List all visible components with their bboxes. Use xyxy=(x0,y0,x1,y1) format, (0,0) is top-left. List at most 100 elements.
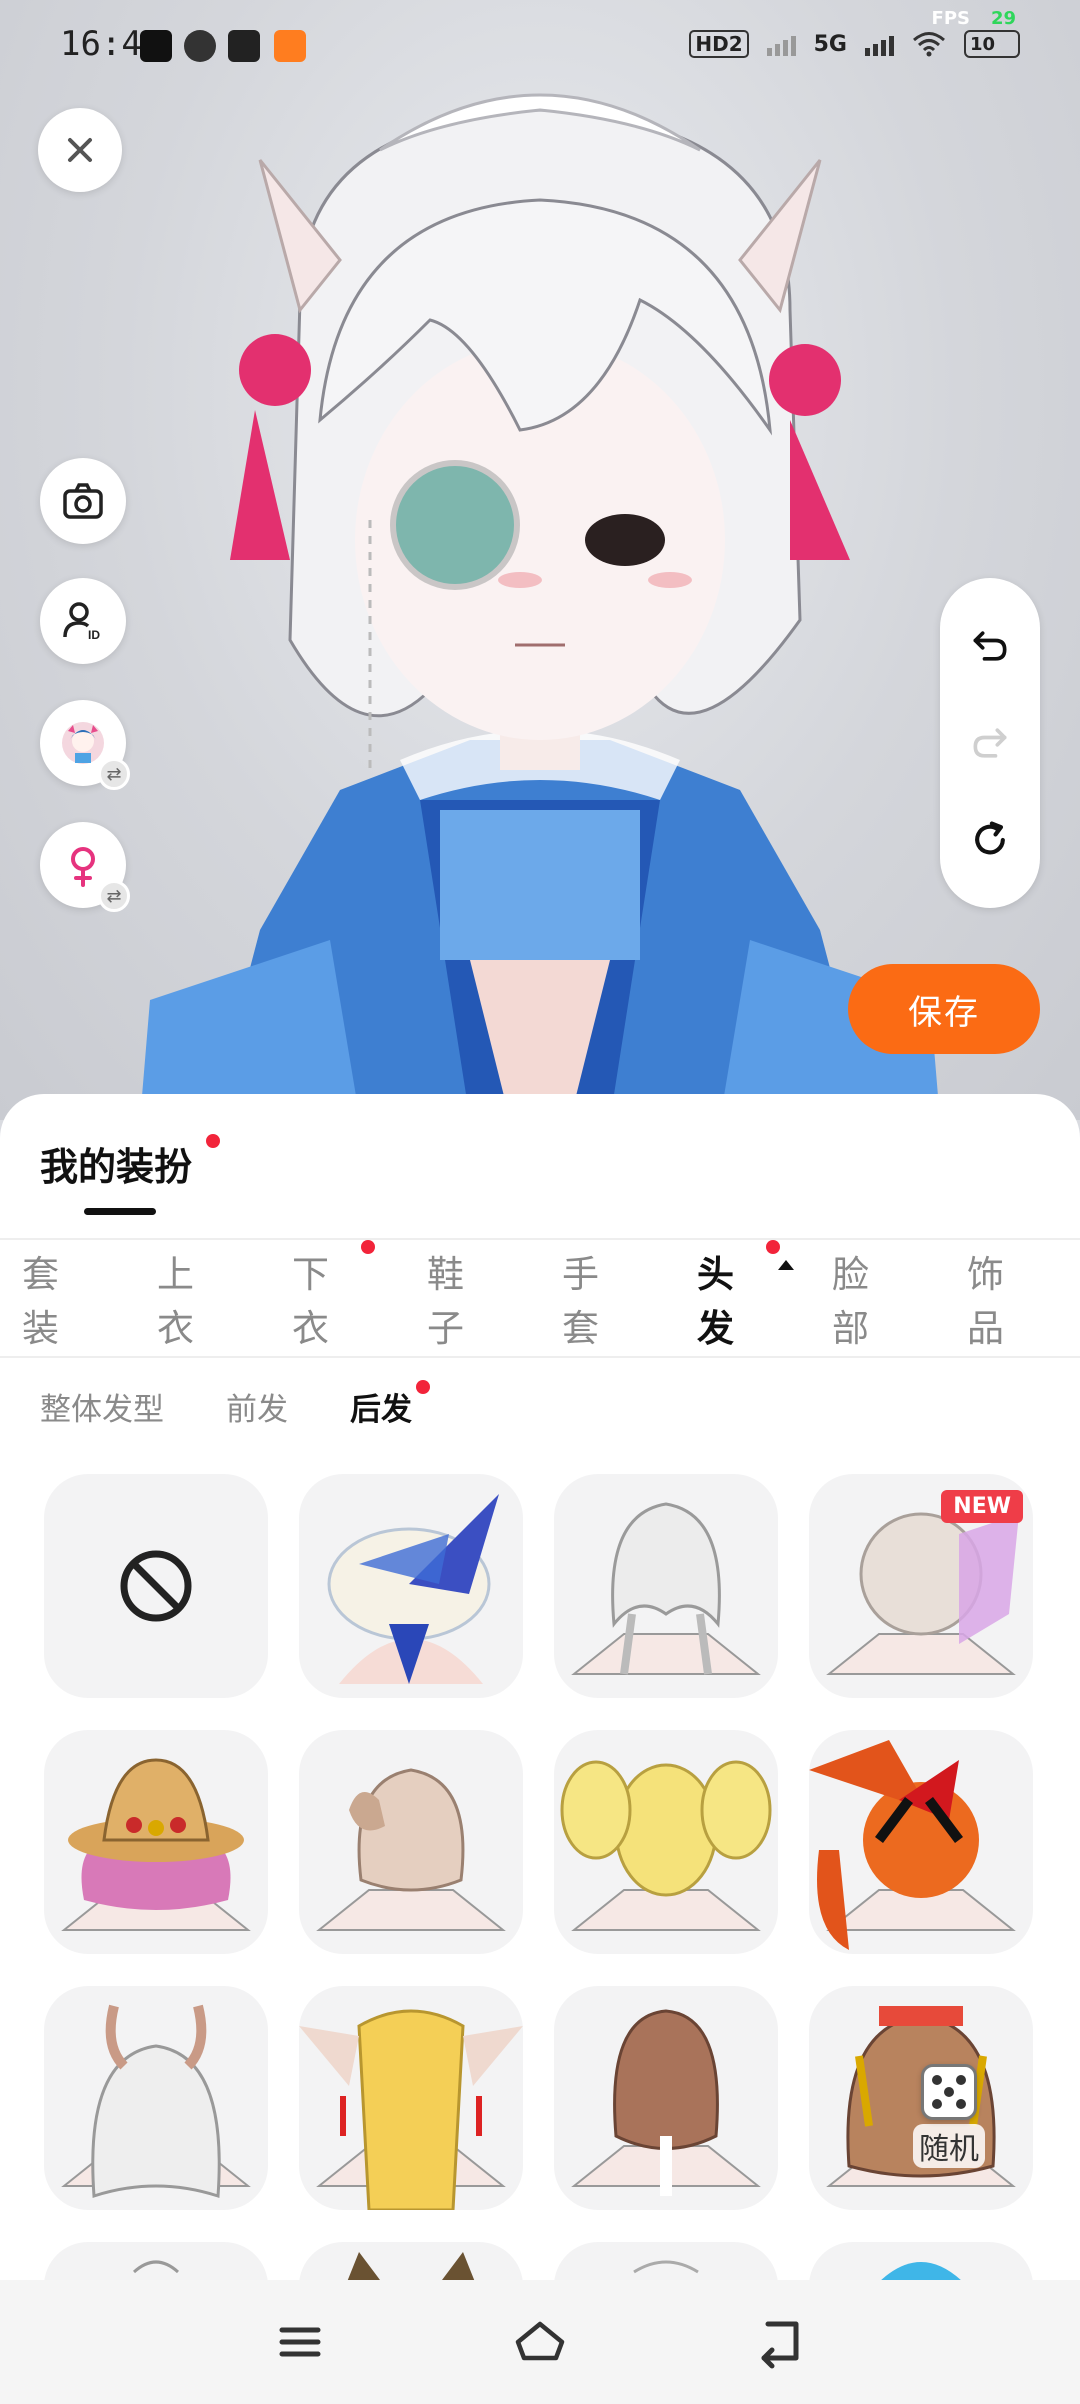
hair-item-image xyxy=(316,1768,506,1931)
signal-icon-sim1 xyxy=(766,32,796,56)
profile-id-icon: ID xyxy=(63,602,100,642)
home-icon[interactable] xyxy=(510,2312,570,2372)
back-icon[interactable] xyxy=(750,2312,810,2372)
camera-button[interactable] xyxy=(40,458,126,544)
tab-accessories[interactable]: 饰品 xyxy=(967,1244,1034,1352)
tab-gloves[interactable]: 手套 xyxy=(562,1244,629,1352)
hair-item[interactable] xyxy=(44,1986,268,2210)
hair-item[interactable] xyxy=(554,1474,778,1698)
mail-icon xyxy=(228,30,260,62)
subtab-back-hair[interactable]: 后发 xyxy=(350,1380,430,1429)
battery-indicator: 10 xyxy=(964,30,1020,58)
camera-icon xyxy=(63,483,103,519)
hair-item-image xyxy=(61,1758,251,1931)
gender-switch-button[interactable]: ⇄ xyxy=(40,822,130,912)
avatar-illustration xyxy=(140,93,940,1120)
notification-dot xyxy=(361,1240,375,1254)
hair-item[interactable] xyxy=(44,2242,268,2280)
menu-icon[interactable] xyxy=(270,2312,330,2372)
hair-item[interactable] xyxy=(299,1986,523,2210)
tab-bottom-label: 下衣 xyxy=(292,1253,329,1350)
hair-item-grid: NEW 随机 xyxy=(44,1474,1044,2280)
hair-item-none[interactable] xyxy=(44,1474,268,1698)
notification-dot xyxy=(416,1380,430,1394)
system-nav-bar xyxy=(0,2280,1080,2404)
tab-suit[interactable]: 套装 xyxy=(22,1244,89,1352)
sheet-title[interactable]: 我的装扮 xyxy=(40,1136,192,1191)
hair-item-image xyxy=(560,1760,772,1931)
notification-dot xyxy=(206,1134,220,1148)
hair-item-image xyxy=(61,2004,251,2199)
title-underline xyxy=(84,1208,156,1215)
hair-item-image xyxy=(633,2260,699,2274)
hair-sub-tabs: 整体发型 前发 后发 xyxy=(40,1380,430,1429)
history-controls xyxy=(940,578,1040,908)
caret-up-icon xyxy=(778,1260,794,1270)
hair-item[interactable] xyxy=(554,1986,778,2210)
divider xyxy=(0,1356,1080,1358)
hair-item-image xyxy=(347,2252,475,2280)
hair-item-image xyxy=(327,1494,499,1684)
hair-item[interactable]: 随机 xyxy=(809,1986,1033,2210)
hair-item-image xyxy=(809,1740,1016,1950)
none-icon xyxy=(120,1550,192,1622)
tab-top[interactable]: 上衣 xyxy=(157,1244,224,1352)
tab-hair-label: 头发 xyxy=(697,1253,734,1350)
signal-icon-sim2 xyxy=(865,32,894,56)
hair-item-image xyxy=(571,2009,761,2196)
hair-item[interactable] xyxy=(809,1730,1033,1954)
wifi-icon xyxy=(913,32,945,57)
reset-button[interactable] xyxy=(960,810,1020,870)
category-tabs: 套装 上衣 下衣 鞋子 手套 头发 脸部 饰品 xyxy=(0,1240,1080,1356)
hair-item[interactable]: NEW xyxy=(809,1474,1033,1698)
hair-item-image xyxy=(132,2260,180,2274)
reset-icon xyxy=(975,821,1005,855)
tiktok-icon xyxy=(140,30,172,62)
outfit-sheet: 我的装扮 套装 上衣 下衣 鞋子 手套 头发 脸部 饰品 整体发型 前发 后发 … xyxy=(0,1094,1080,2280)
subtab-back-hair-label: 后发 xyxy=(350,1392,412,1428)
hair-item[interactable] xyxy=(299,1474,523,1698)
avatar-thumbnail-icon xyxy=(62,722,104,764)
hair-item[interactable] xyxy=(299,1730,523,1954)
tab-shoes[interactable]: 鞋子 xyxy=(427,1244,494,1352)
hair-item[interactable] xyxy=(554,1730,778,1954)
save-button[interactable]: 保存 xyxy=(848,964,1040,1054)
subtab-front-hair[interactable]: 前发 xyxy=(226,1384,288,1429)
swap-icon: ⇄ xyxy=(98,880,130,912)
tab-face[interactable]: 脸部 xyxy=(832,1244,899,1352)
fps-value: 29 xyxy=(990,8,1016,29)
app-leaf-icon xyxy=(184,30,216,62)
profile-id-button[interactable]: ID xyxy=(40,578,126,664)
status-indicators: HD2 5G 10 xyxy=(689,30,1020,58)
hd-indicator: HD2 xyxy=(689,30,749,58)
new-badge: NEW xyxy=(941,1490,1023,1523)
hair-item-image xyxy=(881,2262,961,2280)
taobao-icon xyxy=(274,30,306,62)
random-label: 随机 xyxy=(913,2124,985,2168)
hair-item[interactable] xyxy=(554,2242,778,2280)
network-5g-label: 5G xyxy=(813,31,847,57)
hair-item[interactable] xyxy=(299,2242,523,2280)
hair-item[interactable] xyxy=(809,2242,1033,2280)
undo-icon xyxy=(973,631,1007,661)
avatar-switch-button[interactable]: ⇄ xyxy=(40,700,130,790)
random-button[interactable]: 随机 xyxy=(889,2056,1009,2176)
redo-button[interactable] xyxy=(960,713,1020,773)
subtab-full-hairstyle[interactable]: 整体发型 xyxy=(40,1384,164,1429)
undo-button[interactable] xyxy=(960,616,1020,676)
tab-bottom[interactable]: 下衣 xyxy=(292,1240,375,1352)
hair-item-image xyxy=(571,1502,761,1675)
close-button[interactable] xyxy=(38,108,122,192)
tab-hair[interactable]: 头发 xyxy=(697,1240,794,1352)
hair-item-image xyxy=(299,2009,523,2210)
avatar-stage[interactable]: 16:45 FPS 29 HD2 5G 10 ID ⇄ ⇄ 保存 xyxy=(0,0,1080,1120)
swap-icon: ⇄ xyxy=(98,758,130,790)
redo-icon xyxy=(973,728,1007,758)
svg-text:ID: ID xyxy=(88,628,100,642)
fps-label: FPS xyxy=(931,8,970,29)
hair-item[interactable] xyxy=(44,1730,268,1954)
dice-icon xyxy=(921,2064,977,2120)
close-icon xyxy=(68,138,92,162)
female-icon xyxy=(71,847,95,887)
notification-dot xyxy=(766,1240,780,1254)
